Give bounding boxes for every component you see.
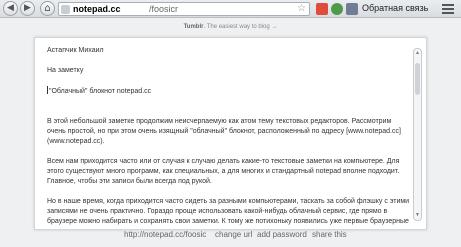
extension-icon[interactable] — [346, 3, 358, 15]
share-link[interactable]: share this — [312, 230, 347, 240]
menu-icon[interactable] — [442, 4, 454, 14]
banner-text[interactable]: . The easiest way to blog → — [203, 24, 277, 30]
extension-icon[interactable] — [316, 3, 328, 15]
url-domain: notepad.cc — [73, 4, 121, 14]
scrollbar-thumb[interactable] — [415, 63, 420, 95]
scroll-up-arrow-icon[interactable]: ▲ — [414, 50, 421, 57]
extension-icon[interactable] — [331, 3, 343, 15]
favicon-icon — [61, 5, 70, 14]
feedback-link[interactable]: Обратная связь — [362, 1, 428, 16]
address-bar[interactable]: notepad.cc /foosicr ☆ — [58, 2, 310, 16]
text-cursor — [47, 86, 48, 94]
scrollbar[interactable]: ▲ ▼ — [413, 48, 422, 221]
url-path: /foosicr — [149, 4, 179, 14]
bookmark-star-icon[interactable]: ☆ — [297, 3, 306, 15]
note-line: Но в наше время, когда приходится часто … — [47, 198, 410, 225]
note-line: На заметку — [47, 67, 84, 74]
browser-toolbar: ◀ ▶ ⌂ notepad.cc /foosicr ☆ Обратная свя… — [0, 0, 461, 18]
banner-brand[interactable]: Tumblr — [184, 24, 204, 30]
promo-banner[interactable]: Tumblr. The easiest way to blog → — [0, 24, 461, 30]
note-url-link[interactable]: http://notepad.cc/foosic — [124, 230, 206, 240]
add-password-link[interactable]: add password — [257, 230, 307, 240]
change-url-link[interactable]: change url — [215, 230, 252, 240]
forward-arrow-icon[interactable]: ▶ — [20, 1, 35, 16]
home-icon[interactable]: ⌂ — [40, 1, 55, 16]
note-line: В этой небольшой заметке продолжим неисч… — [47, 118, 401, 145]
note-line: Астапчик Михаил — [47, 47, 104, 54]
note-line: "Облачный" блокнот notepad.cc — [47, 86, 152, 95]
note-textarea[interactable]: Астапчик Михаил На заметку "Облачный" бл… — [47, 46, 410, 226]
note-card: Астапчик Михаил На заметку "Облачный" бл… — [34, 37, 427, 230]
note-line: Всем нам приходится часто или от случая … — [47, 158, 400, 185]
scroll-down-arrow-icon[interactable]: ▼ — [414, 212, 421, 219]
back-arrow-icon[interactable]: ◀ — [3, 1, 18, 16]
